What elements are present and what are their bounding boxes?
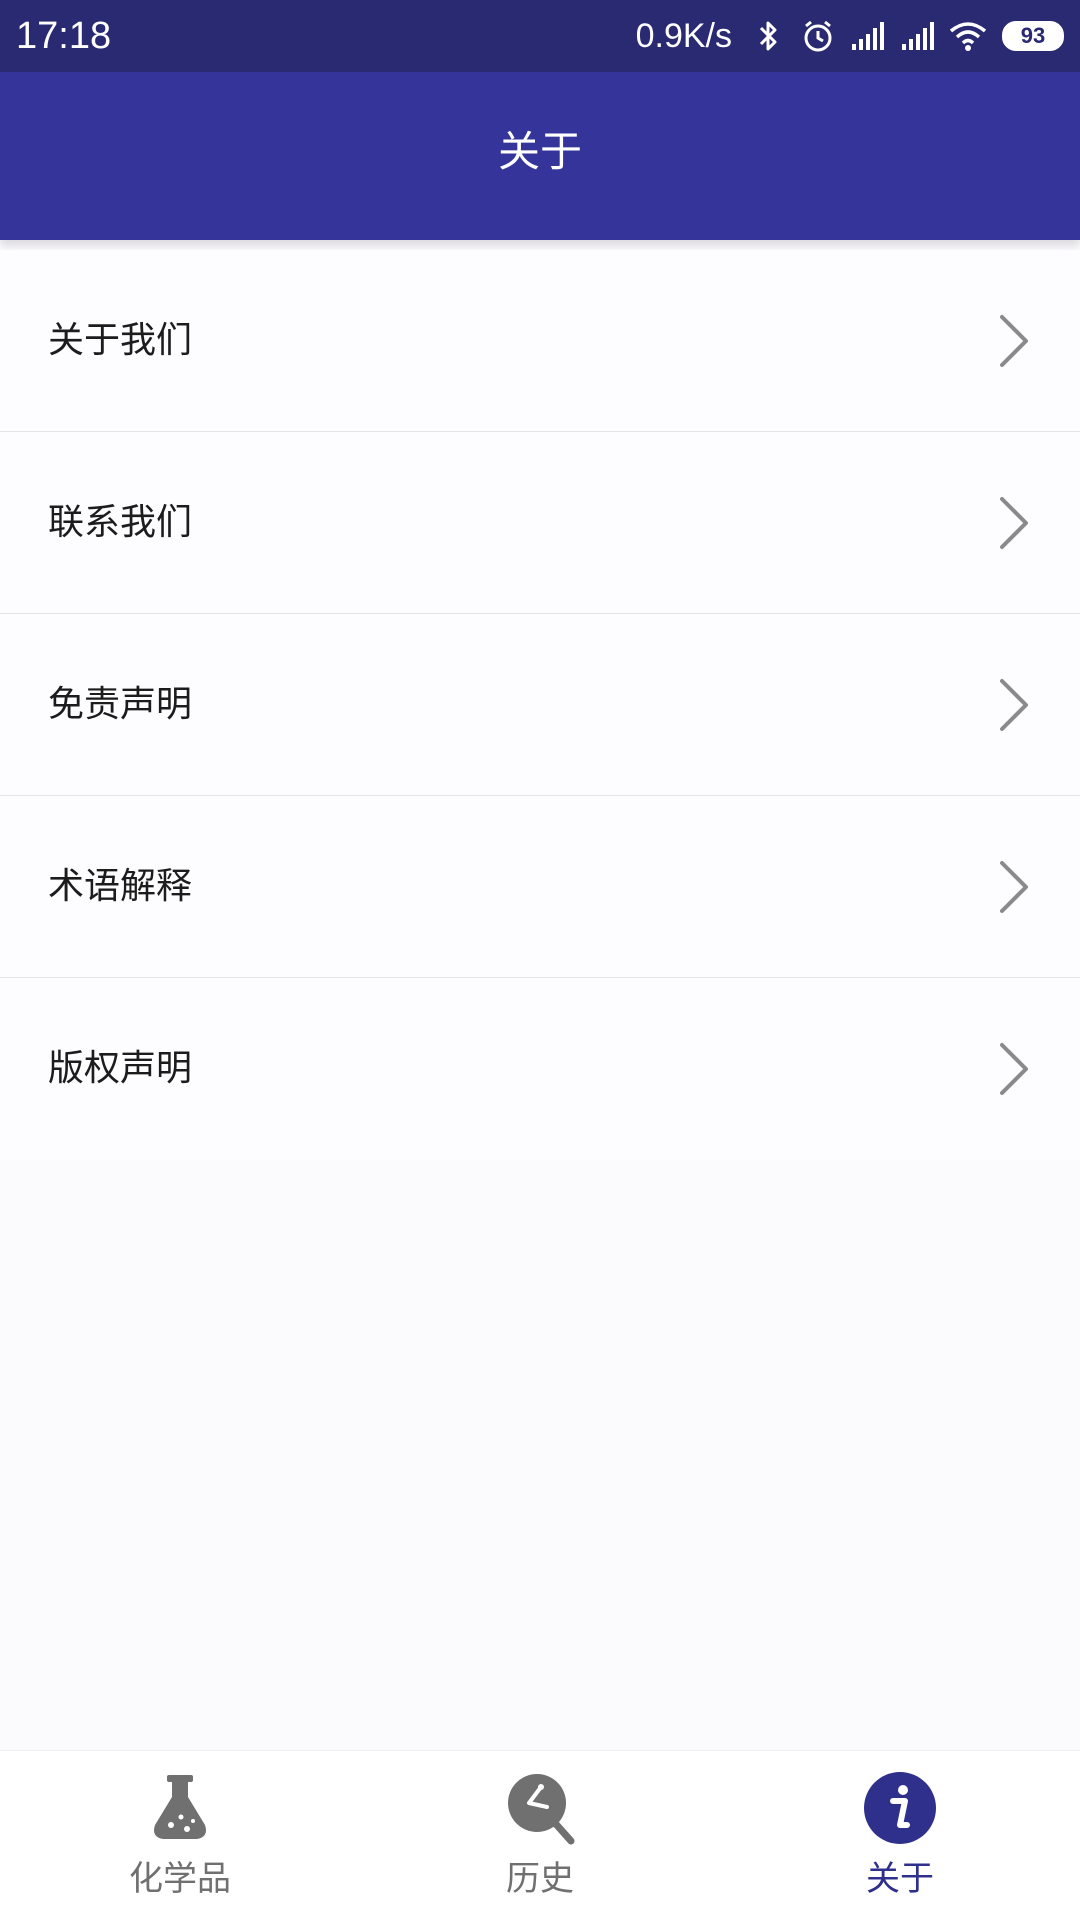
menu-item-label: 术语解释 <box>48 866 193 907</box>
chevron-right-icon <box>1000 861 1028 913</box>
menu-item-label: 联系我们 <box>48 502 193 543</box>
wifi-icon <box>949 22 987 51</box>
bluetooth-icon <box>759 21 777 51</box>
alarm-icon <box>804 20 832 52</box>
info-icon <box>864 1772 936 1844</box>
menu-item-contact-us[interactable]: 联系我们 <box>0 432 1080 614</box>
flask-icon <box>154 1775 206 1839</box>
nav-tab-label: 历史 <box>506 1859 574 1899</box>
chevron-right-icon <box>1000 679 1028 731</box>
nav-tab-chemicals[interactable]: 化学品 <box>0 1751 360 1921</box>
status-icons: 0.9K/s 93 <box>636 14 1064 58</box>
menu-item-disclaimer[interactable]: 免责声明 <box>0 614 1080 796</box>
status-time: 17:18 <box>16 15 112 57</box>
app-bar: 关于 <box>0 72 1080 240</box>
signal-icon <box>902 22 934 50</box>
about-menu-list: 关于我们 联系我们 免责声明 术语解释 版权声明 <box>0 250 1080 1160</box>
page-title: 关于 <box>497 127 582 176</box>
menu-item-label: 版权声明 <box>48 1048 193 1089</box>
nav-tab-label: 关于 <box>866 1859 934 1899</box>
battery-level: 93 <box>1020 23 1046 48</box>
signal-icon <box>852 22 884 50</box>
menu-item-label: 免责声明 <box>48 684 193 725</box>
status-bar: 17:18 0.9K/s 93 <box>0 0 1080 72</box>
chevron-right-icon <box>1000 1043 1028 1095</box>
history-search-icon <box>508 1774 575 1845</box>
chevron-right-icon <box>1000 497 1028 549</box>
nav-tab-about[interactable]: 关于 <box>720 1751 1080 1921</box>
menu-item-label: 关于我们 <box>48 320 193 361</box>
menu-item-about-us[interactable]: 关于我们 <box>0 250 1080 432</box>
menu-item-glossary[interactable]: 术语解释 <box>0 796 1080 978</box>
bottom-nav: 化学品 历史 关于 <box>0 1750 1080 1921</box>
chevron-right-icon <box>1000 315 1028 367</box>
battery-icon: 93 <box>1002 21 1064 51</box>
menu-item-copyright[interactable]: 版权声明 <box>0 978 1080 1160</box>
nav-tab-label: 化学品 <box>129 1859 231 1899</box>
nav-tab-history[interactable]: 历史 <box>360 1751 720 1921</box>
network-speed: 0.9K/s <box>635 16 732 55</box>
